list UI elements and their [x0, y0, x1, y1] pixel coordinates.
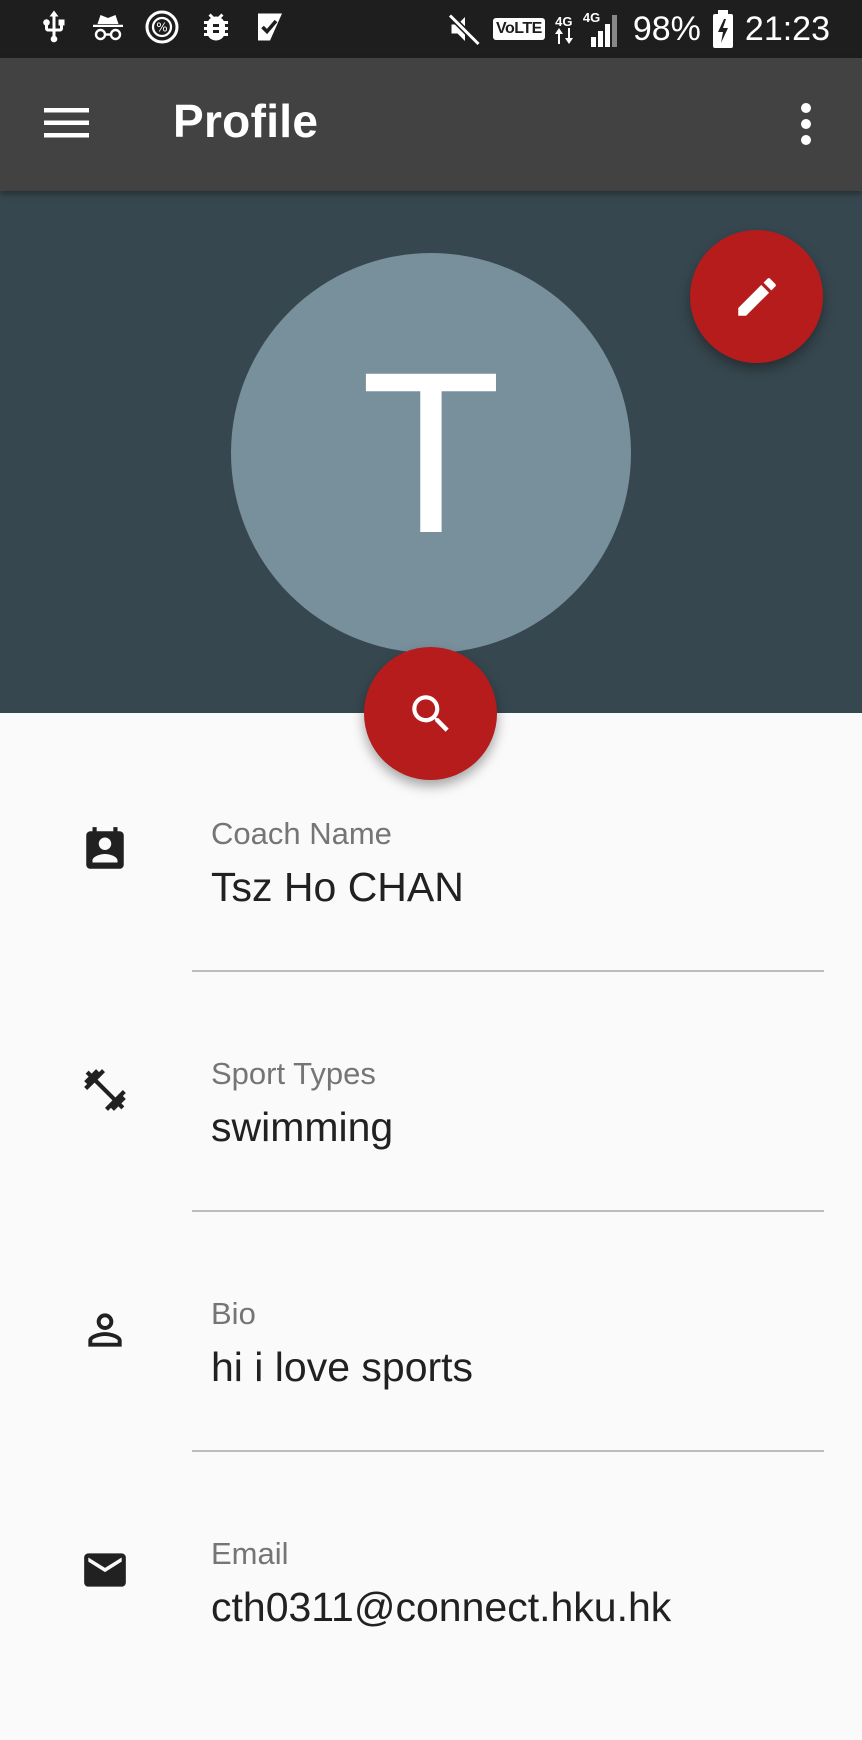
search-button[interactable] — [364, 647, 497, 780]
contact-card-icon — [86, 827, 124, 869]
divider — [192, 1450, 824, 1452]
incognito-icon — [93, 15, 123, 41]
menu-button[interactable] — [36, 98, 96, 148]
edit-profile-button[interactable] — [690, 230, 823, 363]
field-label: Coach Name — [211, 816, 392, 851]
svg-text:%: % — [156, 21, 167, 35]
data-arrows-icon — [554, 27, 573, 44]
battery-charging-icon — [712, 10, 733, 48]
dumbbell-icon — [84, 1069, 126, 1111]
data-saver-icon: % — [145, 10, 179, 44]
field-coach-name: Coach Name Tsz Ho CHAN — [0, 780, 862, 1020]
page-title: Profile — [173, 95, 319, 147]
mail-icon — [84, 1553, 126, 1587]
search-icon — [411, 694, 449, 732]
field-email: Email cth0311@connect.hku.hk — [0, 1500, 862, 1740]
usb-icon — [43, 10, 65, 43]
network-type-a: 4G — [555, 13, 573, 29]
app-bar: Profile — [0, 58, 862, 191]
field-label: Email — [211, 1536, 289, 1571]
battery-percent: 98% — [632, 10, 701, 48]
field-sport-types: Sport Types swimming — [0, 1020, 862, 1260]
divider — [192, 970, 824, 972]
overflow-menu-button[interactable] — [786, 94, 826, 154]
field-value: hi i love sports — [211, 1344, 474, 1390]
check-box-icon — [258, 13, 282, 41]
pencil-icon — [737, 277, 776, 316]
field-value: cth0311@connect.hku.hk — [211, 1584, 672, 1630]
network-type-indicator: 4G — [554, 13, 573, 44]
signal-icon: 4G — [583, 9, 623, 49]
avatar: T — [231, 253, 631, 653]
divider — [192, 1210, 824, 1212]
more-vert-icon — [801, 103, 811, 145]
field-label: Bio — [211, 1296, 256, 1331]
mute-icon — [447, 13, 481, 47]
status-bar: % VoLTE 4G 4G 98% 21:23 — [0, 0, 862, 58]
field-value: swimming — [211, 1104, 394, 1150]
field-label: Sport Types — [211, 1056, 376, 1091]
avatar-initial: T — [360, 324, 502, 581]
person-outline-icon — [88, 1313, 122, 1347]
clock: 21:23 — [744, 10, 830, 48]
field-value: Tsz Ho CHAN — [211, 864, 464, 910]
volte-indicator: VoLTE — [493, 18, 545, 40]
hamburger-menu-icon — [44, 108, 89, 138]
field-bio: Bio hi i love sports — [0, 1260, 862, 1500]
bug-icon — [204, 13, 228, 41]
